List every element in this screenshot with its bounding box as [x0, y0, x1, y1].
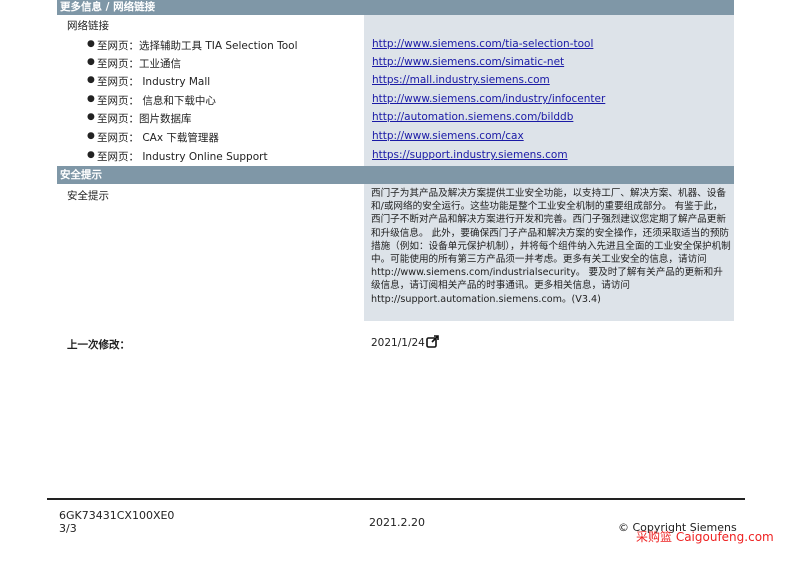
link-label: 至网页： 信息和下载中心: [97, 95, 216, 107]
link-label: 至网页：图片数据库: [97, 113, 192, 125]
last-modified-date: 2021/1/24: [371, 337, 425, 349]
link-url[interactable]: http://www.siemens.com/cax: [372, 130, 524, 142]
bullet-icon: ●: [87, 150, 95, 160]
section-header-more-info: 更多信息 / 网络链接: [57, 0, 734, 15]
link-label: 至网页：选择辅助工具 TIA Selection Tool: [97, 40, 298, 52]
list-item: ● 至网页： Industry Online Support https://s…: [0, 147, 793, 165]
list-item: ● 至网页：选择辅助工具 TIA Selection Tool http://w…: [0, 36, 793, 54]
watermark: 采购篮 Caigoufeng.com: [636, 530, 774, 544]
footer-date: 2021.2.20: [369, 516, 425, 529]
bullet-icon: ●: [87, 131, 95, 141]
list-item: ● 至网页： 信息和下载中心 http://www.siemens.com/in…: [0, 91, 793, 109]
link-url[interactable]: https://mall.industry.siemens.com: [372, 74, 550, 86]
link-url[interactable]: http://www.siemens.com/simatic-net: [372, 56, 564, 68]
network-links-label: 网络链接: [67, 20, 109, 32]
bullet-icon: ●: [87, 39, 95, 49]
last-modified-label: 上一次修改：: [67, 339, 130, 351]
link-label: 至网页：工业通信: [97, 58, 181, 70]
link-url[interactable]: http://automation.siemens.com/bilddb: [372, 111, 573, 123]
list-item: ● 至网页：工业通信 http://www.siemens.com/simati…: [0, 54, 793, 72]
link-label: 至网页： CAx 下载管理器: [97, 132, 219, 144]
link-label: 至网页： Industry Online Support: [97, 151, 268, 163]
bullet-icon: ●: [87, 112, 95, 122]
footer-divider: [47, 498, 745, 500]
bullet-icon: ●: [87, 75, 95, 85]
link-url[interactable]: https://support.industry.siemens.com: [372, 149, 568, 161]
page-number: 3/3: [59, 522, 77, 535]
security-label: 安全提示: [67, 190, 109, 202]
security-text: 西门子为其产品及解决方案提供工业安全功能，以支持工厂、解决方案、机器、设备和/或…: [371, 188, 731, 305]
external-link-icon[interactable]: [426, 335, 439, 348]
bullet-icon: ●: [87, 94, 95, 104]
link-url[interactable]: http://www.siemens.com/industry/infocent…: [372, 93, 605, 105]
list-item: ● 至网页： CAx 下载管理器 http://www.siemens.com/…: [0, 128, 793, 146]
link-label: 至网页： Industry Mall: [97, 76, 211, 88]
bullet-icon: ●: [87, 57, 95, 67]
link-url[interactable]: http://www.siemens.com/tia-selection-too…: [372, 38, 593, 50]
document-id: 6GK73431CX100XE0: [59, 509, 175, 522]
section-header-security: 安全提示: [57, 166, 734, 184]
list-item: ● 至网页：图片数据库 http://automation.siemens.co…: [0, 109, 793, 127]
list-item: ● 至网页： Industry Mall https://mall.indust…: [0, 72, 793, 90]
